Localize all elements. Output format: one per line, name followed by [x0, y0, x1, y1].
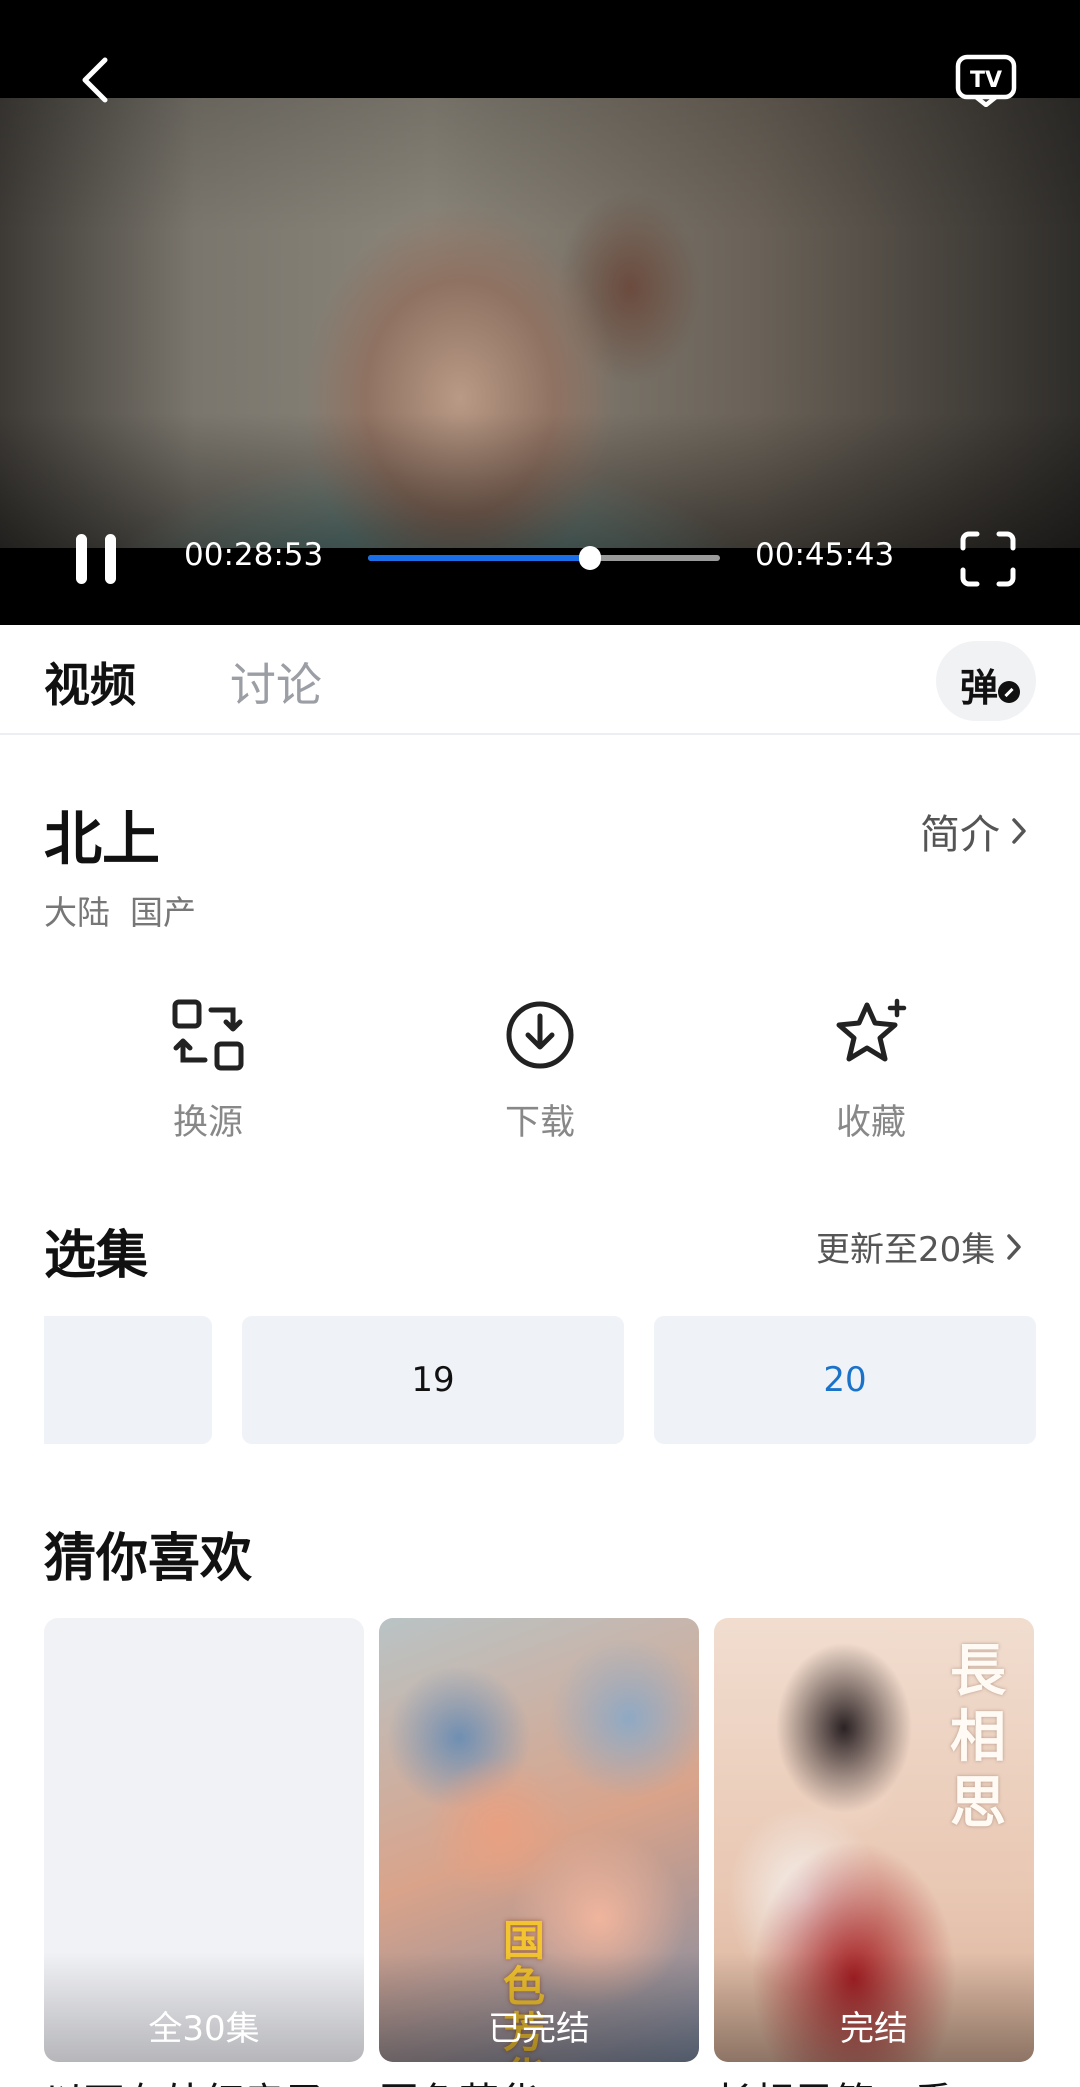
svg-text:TV: TV	[970, 68, 1002, 93]
update-status: 更新至20集	[816, 1230, 996, 1270]
episodes-update-link[interactable]: 更新至20集	[816, 1222, 1023, 1271]
fullscreen-icon	[960, 531, 1016, 587]
episodes-heading: 选集	[44, 1226, 149, 1286]
recommend-heading: 猜你喜欢	[44, 1529, 253, 1589]
recommend-card-title[interactable]: 长相思第一季	[714, 2070, 1034, 2087]
pause-button[interactable]	[66, 525, 126, 593]
recommend-card[interactable]: 長相思 完结	[714, 1618, 1034, 2062]
episode-list[interactable]: 19 20	[44, 1316, 1036, 1444]
chevron-right-icon	[1012, 818, 1026, 844]
tab-discuss[interactable]: 讨论	[230, 649, 322, 715]
download-label: 下载	[504, 1103, 575, 1143]
progress-thumb[interactable]	[579, 546, 602, 570]
meta-category: 国产	[130, 893, 196, 932]
favorite-label: 收藏	[835, 1103, 906, 1143]
tab-video[interactable]: 视频	[44, 649, 136, 715]
recommend-card-title[interactable]: 以下有处红房子	[44, 2070, 364, 2087]
show-meta: 大陆 国产	[44, 886, 196, 934]
status-badge: 完结	[714, 1952, 1034, 2062]
favorite-star-icon	[836, 998, 907, 1061]
episode-item-selected[interactable]: 20	[654, 1316, 1036, 1444]
favorite-button[interactable]: 收藏	[771, 995, 971, 1145]
back-button[interactable]	[70, 50, 120, 110]
intro-link[interactable]: 简介	[920, 802, 1028, 860]
switch-source-button[interactable]: 换源	[108, 995, 308, 1145]
meta-region: 大陆	[44, 893, 110, 932]
player-controls: 00:28:53 00:45:43	[0, 525, 1080, 593]
switch-source-icon	[172, 999, 244, 1070]
recommend-card[interactable]: 全30集	[44, 1618, 364, 2062]
poster-title-art: 長相思	[950, 1638, 1006, 1836]
download-icon	[506, 1001, 574, 1068]
intro-label: 简介	[920, 812, 1000, 858]
download-button[interactable]: 下载	[440, 995, 640, 1145]
progress-bar[interactable]	[368, 546, 720, 570]
show-title: 北上	[44, 805, 161, 873]
content-tabs: 视频 讨论 弹	[0, 625, 1080, 735]
pause-icon	[76, 534, 116, 584]
danmaku-toggle[interactable]: 弹	[936, 641, 1036, 721]
chevron-right-icon	[1007, 1233, 1022, 1260]
danmaku-status-icon	[998, 681, 1020, 703]
episode-count-badge: 全30集	[44, 1952, 364, 2062]
video-frame[interactable]	[0, 98, 1080, 548]
recommend-card[interactable]: 国色芳华 已完结	[379, 1618, 699, 2062]
episode-item[interactable]: 19	[242, 1316, 624, 1444]
tv-cast-button[interactable]: TV	[950, 50, 1022, 110]
fullscreen-button[interactable]	[958, 529, 1018, 589]
total-time: 00:45:43	[755, 537, 895, 573]
switch-source-label: 换源	[172, 1103, 243, 1143]
tv-cast-icon: TV	[955, 54, 1017, 107]
episode-item[interactable]	[44, 1316, 212, 1444]
back-icon	[82, 57, 108, 103]
status-badge: 已完结	[379, 1952, 699, 2062]
recommend-list: 全30集 以下有处红房子 国色芳华 已完结 国色芳华 長相思 完结 长相思第一季	[44, 1618, 1036, 2087]
danmaku-label: 弹	[960, 666, 999, 710]
current-time: 00:28:53	[184, 537, 324, 573]
recommend-card-title[interactable]: 国色芳华	[379, 2070, 699, 2087]
progress-fill	[368, 555, 591, 561]
video-player[interactable]: TV 00:28:53 00:45:43	[0, 0, 1080, 625]
action-bar: 换源 下载 收藏	[0, 995, 1080, 1145]
